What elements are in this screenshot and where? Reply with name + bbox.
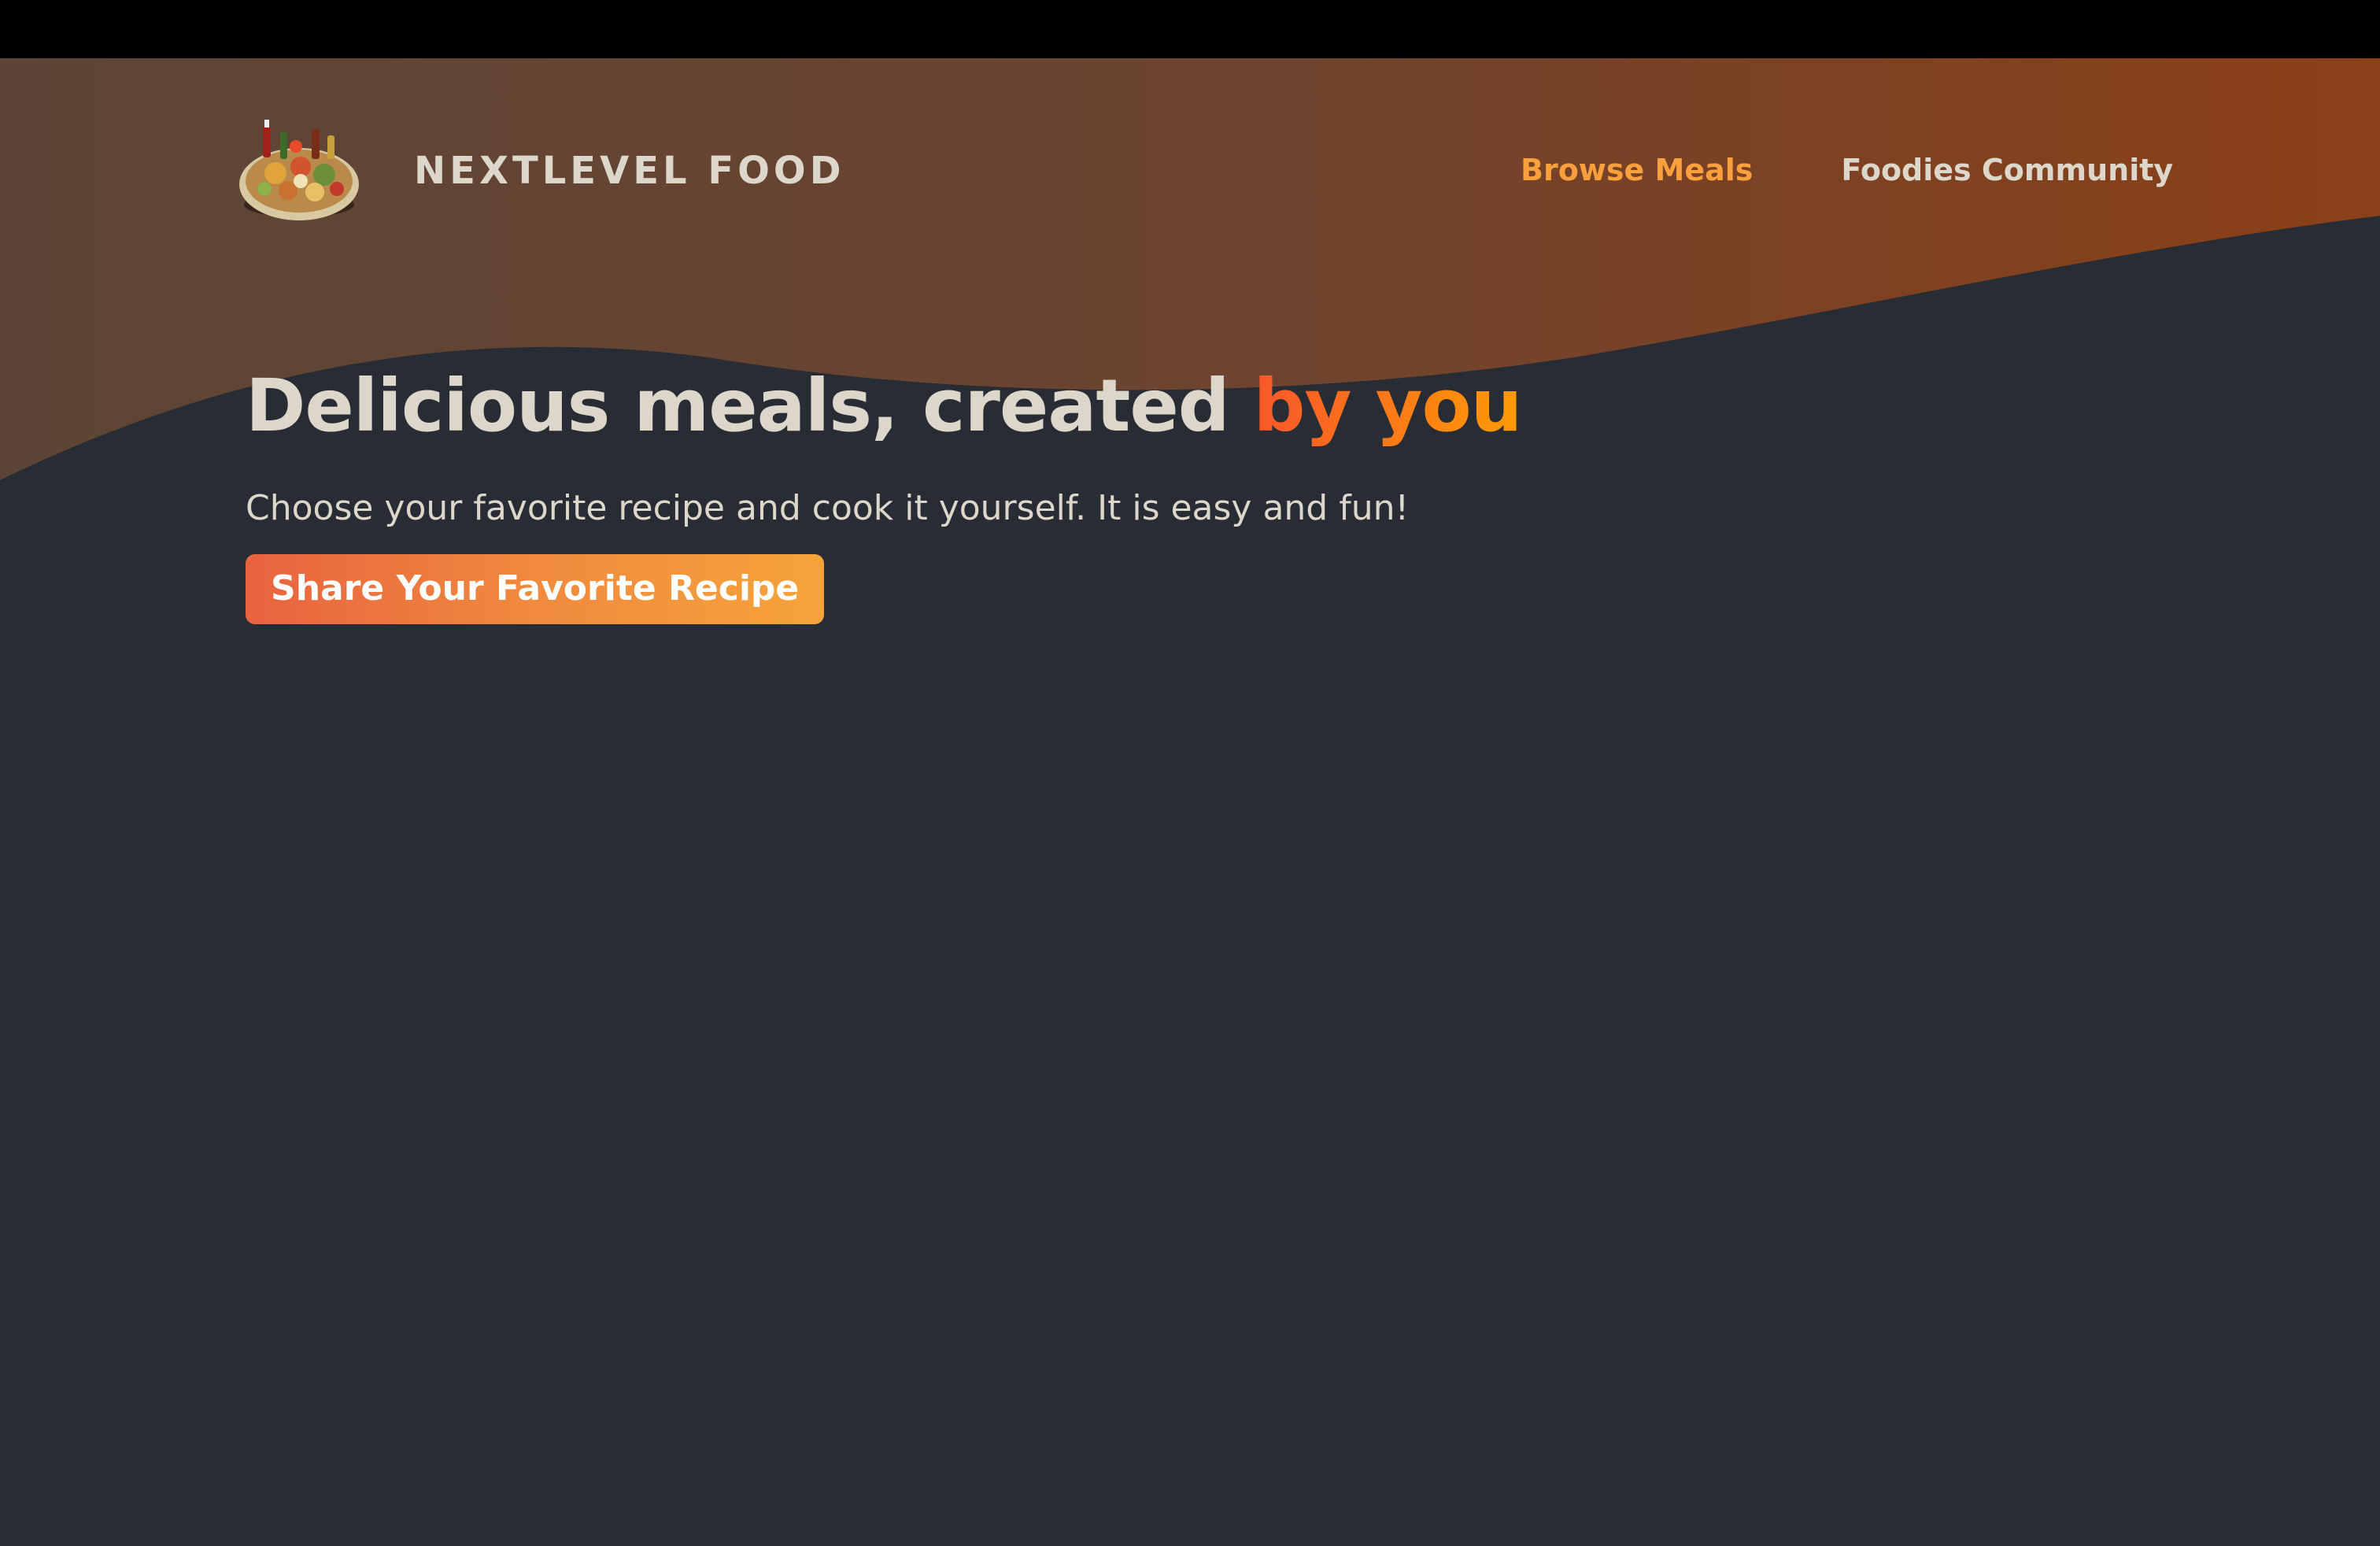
food-plate-logo-icon bbox=[239, 120, 359, 220]
nav-browse-meals[interactable]: Browse Meals bbox=[1521, 153, 1753, 187]
top-black-bar bbox=[0, 0, 2380, 58]
logo-home-link[interactable]: NEXTLEVEL FOOD bbox=[236, 112, 845, 230]
main-nav: Browse Meals Foodies Community bbox=[1521, 153, 2173, 187]
hero-title: Delicious meals, created by you bbox=[246, 359, 2134, 453]
share-recipe-button[interactable]: Share Your Favorite Recipe bbox=[246, 554, 825, 624]
logo-text: NEXTLEVEL FOOD bbox=[414, 149, 845, 193]
site-header: NEXTLEVEL FOOD Browse Meals Foodies Comm… bbox=[0, 58, 2380, 287]
hero-title-main: Delicious meals, created bbox=[246, 364, 1254, 448]
hero-subtitle: Choose your favorite recipe and cook it … bbox=[246, 488, 1410, 528]
page: NEXTLEVEL FOOD Browse Meals Foodies Comm… bbox=[0, 0, 2380, 1546]
hero-title-accent: by you bbox=[1253, 364, 1523, 448]
hero-section: Delicious meals, created by you Choose y… bbox=[246, 359, 2134, 624]
nav-foodies-community[interactable]: Foodies Community bbox=[1841, 153, 2173, 187]
